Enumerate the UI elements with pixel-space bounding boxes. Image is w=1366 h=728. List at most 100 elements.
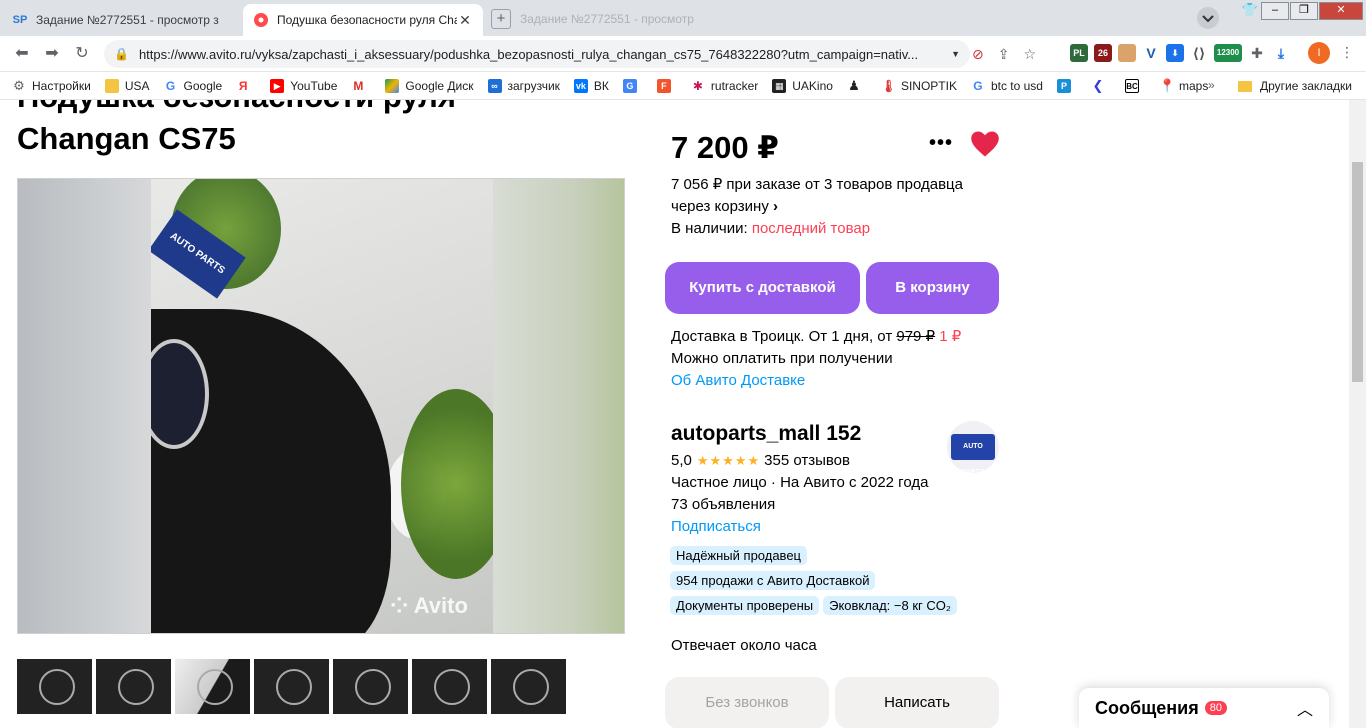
reload-icon[interactable]: ↻ [72,44,92,64]
seller-avatar[interactable]: AUTO PARTS [947,421,999,476]
close-tab-icon[interactable]: ✕ [457,12,473,29]
price-extension-icon[interactable]: 12300 [1214,44,1242,62]
close-window-button[interactable]: ✕ [1319,2,1363,20]
bookmark-sinoptik[interactable]: 🌡 SINOPTIK [880,78,957,93]
minimize-button[interactable]: – [1261,2,1289,20]
address-bar[interactable]: 🔒 https://www.avito.ru/vyksa/zapchasti_i… [104,40,970,68]
title-line-2: Changan CS75 [17,121,236,156]
write-message-button[interactable]: Написать [835,677,999,728]
seller-ads-count[interactable]: 73 объявления [671,494,928,516]
bookmark-chess[interactable]: ♟ [846,78,867,93]
avito-favicon-icon [253,12,269,28]
pay-on-receipt: Можно оплатить при получении [671,350,893,367]
downloads-icon[interactable]: ⤓ [1272,44,1290,62]
thumbnail[interactable] [333,659,408,714]
profile-avatar[interactable]: I [1308,42,1330,64]
chevron-up-icon[interactable]: ︿ [1297,696,1313,720]
plant-decor [401,389,493,579]
cart-link[interactable]: через корзину › [671,198,778,215]
thumbnail[interactable] [491,659,566,714]
forward-arrow-icon[interactable]: ➡ [42,44,62,64]
main-photo[interactable]: AUTO PARTS ⁘ Avito [17,178,625,634]
bookmark-gmail[interactable]: M [351,78,371,93]
badge-reliable[interactable]: Надёжный продавец [670,546,807,565]
bookmark-maps[interactable]: 📍 maps [1158,78,1208,93]
bookmark-btc[interactable]: Gbtc to usd [970,78,1043,93]
maximize-button[interactable]: ❐ [1290,2,1318,20]
arrow-left-icon: ❮ [1090,77,1105,93]
other-bookmarks-folder[interactable]: Другие закладки [1238,72,1352,100]
share-icon[interactable]: ⇪ [998,46,1010,63]
thumbnail[interactable] [96,659,171,714]
face-extension-icon[interactable] [1118,44,1136,62]
tab-task[interactable]: SP Задание №2772551 - просмотр з [2,4,242,36]
chevron-right-icon: › [773,198,779,215]
more-bookmarks-button[interactable]: » [1208,78,1215,92]
scrollbar-thumb[interactable] [1352,162,1363,382]
heart-favorite-icon[interactable] [970,130,1000,158]
bookmark-google[interactable]: G Google [163,78,222,93]
url-text[interactable]: https://www.avito.ru/vyksa/zapchasti_i_a… [139,47,945,62]
watermark-text: Avito [413,593,468,618]
bookmark-drive[interactable]: Google Диск [385,78,474,93]
promo-text: при заказе от 3 товаров продавца [722,176,963,193]
buy-with-delivery-button[interactable]: Купить с доставкой [665,262,860,314]
v-extension-icon[interactable]: V [1142,44,1160,62]
bookmark-uakino[interactable]: ▦ UAKino [772,78,833,93]
tab-label: Задание №2772551 - просмотр з [36,13,219,27]
puzzle-icon[interactable]: ✚ [1248,44,1266,62]
no-calls-button[interactable]: Без звонков [665,677,829,728]
ghost-tab-label: Задание №2772551 - просмотр [520,12,694,26]
block-icon[interactable]: ⊘ [972,46,984,63]
rating-value: 5,0 [671,452,692,469]
chevron-down-icon [1197,7,1219,29]
new-tab-button[interactable]: + [491,9,511,29]
seller-logo-text: AUTO PARTS [951,434,995,476]
lock-icon[interactable]: 🔒 [114,47,129,61]
bookmark-rutracker[interactable]: ✱ rutracker [690,78,758,93]
bookmark-star-icon[interactable]: ☆ [1023,46,1036,63]
delivery-text: Доставка в Троицк. От 1 дня, от [671,328,897,345]
bookmark-translate[interactable]: G [622,78,643,93]
code-extension-icon[interactable]: ⟨⟩ [1190,44,1208,62]
download-ext-icon[interactable]: ⬇ [1166,44,1184,62]
bookmark-p[interactable]: P [1056,78,1077,93]
bookmark-settings[interactable]: ⚙ Настройки [12,78,91,93]
subscribe-link[interactable]: Подписаться [671,516,928,538]
bookmark-bc[interactable]: BC [1124,78,1145,93]
bookmark-f[interactable]: F [656,78,677,93]
about-delivery-link[interactable]: Об Авито Доставке [671,372,805,389]
add-to-cart-button[interactable]: В корзину [866,262,999,314]
airbag-photo: AUTO PARTS [151,179,493,633]
tab-search-button[interactable] [1196,6,1220,30]
bookmark-label: UAKino [792,78,833,93]
seller-rating[interactable]: 5,0 ★★★★★ 355 отзывов [671,452,850,469]
seller-name[interactable]: autoparts_mall 152 [671,422,861,446]
bookmark-arrow[interactable]: ❮ [1090,77,1111,93]
bookmark-loader[interactable]: ∞ загрузчик [487,78,560,93]
bookmark-yandex[interactable]: Я [236,78,256,93]
menu-icon[interactable]: ⋮ [1340,44,1354,61]
tab-avito[interactable]: Подушка безопасности руля Chan ✕ [243,4,483,36]
thumbnail[interactable] [17,659,92,714]
badge-sales[interactable]: 954 продажи с Авито Доставкой [670,571,876,590]
photo-blur-left [18,179,151,633]
back-arrow-icon[interactable]: ⬅ [12,44,32,64]
messages-panel[interactable]: Сообщения 80 ︿ [1079,688,1329,728]
dropdown-arrow-icon[interactable]: ▼ [951,49,960,59]
page-scrollbar[interactable] [1349,100,1366,728]
badge-documents[interactable]: Документы проверены [670,596,820,615]
thumbnail[interactable] [254,659,329,714]
bookmark-youtube[interactable]: ▶ YouTube [270,78,337,93]
badge-eco[interactable]: Эковклад: −8 кг CO₂ [823,596,957,615]
photo-blur-right [493,179,624,633]
more-options-icon[interactable]: ••• [929,132,953,155]
count-extension-icon[interactable]: 26 [1094,44,1112,62]
thumbnail[interactable] [412,659,487,714]
thumbnail[interactable] [175,659,250,714]
delivery-info: Доставка в Троицк. От 1 дня, от 979 ₽ 1 … [671,326,961,392]
tab-strip: SP Задание №2772551 - просмотр з Подушка… [0,0,1366,36]
bookmark-usa[interactable]: USA [104,78,150,93]
bookmark-vk[interactable]: vk ВК [573,78,609,93]
pl-extension-icon[interactable]: PL [1070,44,1088,62]
